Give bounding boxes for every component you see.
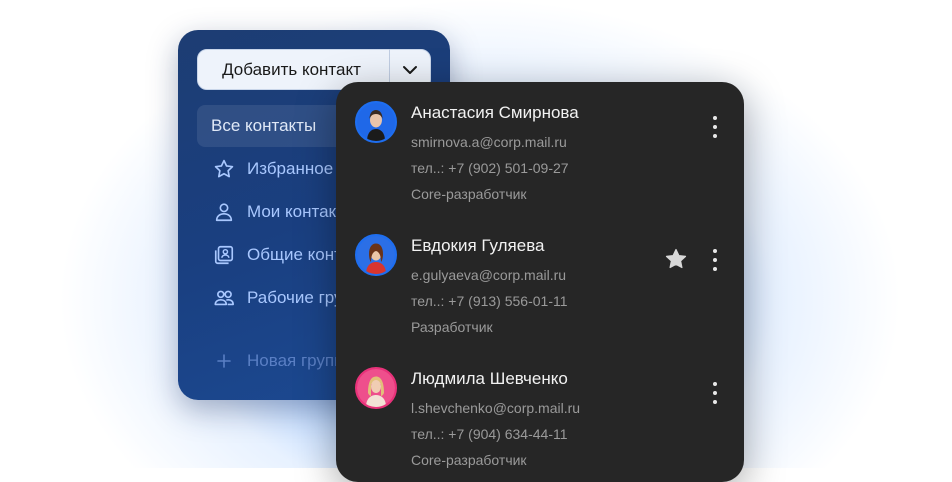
contact-name: Анастасия Смирнова xyxy=(411,103,579,122)
contact-role: Core-разработчик xyxy=(411,452,527,468)
avatar xyxy=(355,234,397,276)
people-icon xyxy=(211,285,237,311)
contact-card[interactable]: Евдокия Гуляева e.gulyaeva@corp.mail.ru … xyxy=(336,215,744,345)
contact-card-icon xyxy=(211,242,237,268)
contact-role: Разработчик xyxy=(411,319,493,335)
add-contact-button[interactable]: Добавить контакт xyxy=(198,60,389,80)
sidebar-item-label: Избранное xyxy=(247,159,334,178)
contact-phone: тел..: +7 (902) 501-09-27 xyxy=(411,160,569,176)
avatar xyxy=(355,367,397,409)
contact-phone: тел..: +7 (904) 634-44-11 xyxy=(411,426,568,442)
contact-role: Core-разработчик xyxy=(411,186,527,202)
star-filled-icon[interactable] xyxy=(664,247,688,271)
contact-phone: тел..: +7 (913) 556-01-11 xyxy=(411,293,568,309)
contact-email: e.gulyaeva@corp.mail.ru xyxy=(411,267,567,283)
sidebar-item-label: Все контакты xyxy=(211,116,317,135)
contacts-list-panel: Анастасия Смирнова smirnova.a@corp.mail.… xyxy=(336,82,744,482)
star-outline-icon xyxy=(211,156,237,182)
more-vertical-icon[interactable] xyxy=(708,249,722,271)
more-vertical-icon[interactable] xyxy=(708,382,722,404)
plus-icon xyxy=(211,348,237,374)
contact-card[interactable]: Людмила Шевченко l.shevchenko@corp.mail.… xyxy=(336,348,744,478)
contact-email: smirnova.a@corp.mail.ru xyxy=(411,134,567,150)
contact-email: l.shevchenko@corp.mail.ru xyxy=(411,400,581,416)
contact-name: Евдокия Гуляева xyxy=(411,236,545,255)
contact-card[interactable]: Анастасия Смирнова smirnova.a@corp.mail.… xyxy=(336,82,744,212)
contact-name: Людмила Шевченко xyxy=(411,369,568,388)
avatar xyxy=(355,101,397,143)
more-vertical-icon[interactable] xyxy=(708,116,722,138)
person-icon xyxy=(211,199,237,225)
chevron-down-icon xyxy=(403,65,417,74)
